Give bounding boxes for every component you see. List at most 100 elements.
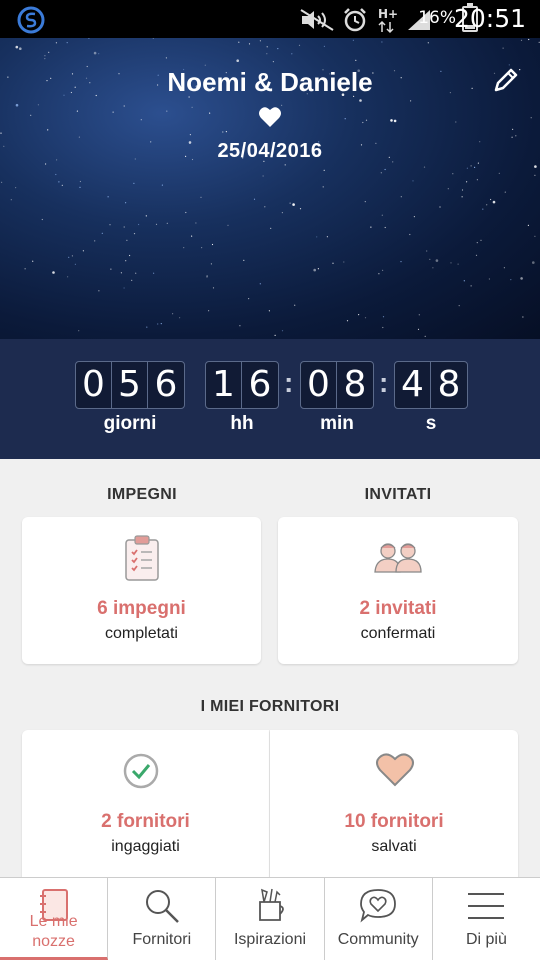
star — [145, 215, 147, 217]
star — [294, 304, 296, 306]
star — [292, 203, 295, 206]
star — [457, 263, 459, 265]
star — [133, 233, 136, 235]
check-circle-icon — [123, 753, 159, 789]
star — [470, 165, 472, 167]
nav-label: Di più — [465, 931, 507, 948]
star — [225, 131, 227, 133]
edit-pencil-icon[interactable] — [490, 66, 520, 96]
countdown-digit: 6 — [248, 364, 272, 405]
invitati-card[interactable]: 2 invitati confermati — [278, 517, 518, 664]
fornitori-salvati-count: 10 fornitori — [344, 811, 444, 832]
star — [281, 330, 284, 332]
star — [490, 198, 492, 201]
star — [488, 278, 490, 280]
star — [98, 53, 100, 55]
star — [274, 334, 276, 336]
star — [281, 212, 283, 214]
star — [15, 187, 17, 189]
star — [417, 328, 420, 330]
fornitori-ingaggiati-subtitle: ingaggiati — [111, 838, 180, 855]
alarm-icon — [344, 8, 366, 32]
inspiration-cup-icon — [259, 888, 284, 921]
nav-label-line2: nozze — [32, 933, 75, 950]
star — [185, 211, 187, 214]
star — [125, 202, 127, 204]
star — [475, 254, 478, 256]
star — [78, 330, 80, 332]
star — [133, 182, 135, 184]
star — [344, 118, 346, 120]
fornitori-salvati-subtitle: salvati — [371, 838, 417, 855]
invitati-subtitle: confermati — [360, 625, 436, 642]
star — [382, 269, 384, 271]
star — [200, 196, 202, 198]
countdown-separator: : — [379, 367, 389, 398]
star — [107, 196, 109, 198]
star — [530, 117, 532, 119]
star — [382, 326, 384, 329]
star — [61, 184, 63, 186]
impegni-subtitle: completati — [105, 625, 178, 642]
star — [378, 273, 380, 275]
star — [243, 259, 245, 261]
star — [313, 268, 317, 272]
star — [343, 261, 345, 263]
star — [400, 261, 402, 263]
nav-item-community[interactable]: Community — [325, 878, 433, 960]
nav-item-le-mie-nozze[interactable]: Le mie nozze — [0, 878, 109, 960]
nav-item-di-piu[interactable]: Di più — [433, 878, 540, 960]
star — [44, 55, 46, 57]
star — [191, 106, 193, 108]
star — [447, 188, 449, 190]
star — [222, 131, 224, 133]
star — [211, 243, 214, 246]
nav-label: Fornitori — [132, 931, 192, 948]
star — [68, 256, 70, 258]
star — [439, 206, 441, 208]
star — [520, 277, 523, 280]
star — [47, 129, 49, 131]
status-icons: H+ — [300, 6, 432, 34]
star — [322, 186, 324, 188]
star — [264, 206, 266, 208]
star — [352, 39, 354, 41]
star — [527, 224, 530, 226]
star — [482, 208, 484, 210]
star — [24, 268, 26, 270]
star — [528, 38, 530, 41]
star — [253, 198, 256, 200]
nav-item-ispirazioni[interactable]: Ispirazioni — [216, 878, 325, 960]
star — [522, 316, 524, 318]
star — [298, 44, 301, 46]
star — [208, 310, 210, 312]
star — [435, 259, 439, 262]
star — [510, 279, 512, 281]
star — [370, 226, 372, 228]
star — [152, 38, 154, 39]
star — [58, 181, 60, 183]
star — [515, 135, 517, 137]
impegni-card[interactable]: 6 impegni completati — [22, 517, 261, 664]
countdown-days: 0 5 6 — [75, 361, 185, 409]
star — [45, 163, 47, 165]
star — [458, 305, 460, 307]
fornitori-ingaggiati-card[interactable]: 2 fornitori ingaggiati — [22, 730, 269, 880]
nav-item-fornitori[interactable]: Fornitori — [108, 878, 217, 960]
countdown-minutes: 0 8 — [300, 361, 374, 409]
star — [15, 103, 19, 107]
star — [109, 224, 111, 226]
star — [272, 61, 274, 63]
star — [55, 42, 58, 44]
fornitori-salvati-card[interactable]: 10 fornitori salvati — [270, 730, 518, 880]
star — [461, 189, 464, 191]
star — [183, 247, 185, 249]
star — [323, 169, 325, 171]
countdown-seconds-label: s — [425, 413, 437, 434]
countdown-digit: 8 — [343, 364, 367, 405]
star — [71, 255, 73, 257]
hero-header: Noemi & Daniele 25/04/2016 — [0, 38, 540, 339]
star — [78, 136, 80, 138]
star — [201, 247, 203, 249]
nav-label: Community — [337, 931, 419, 948]
